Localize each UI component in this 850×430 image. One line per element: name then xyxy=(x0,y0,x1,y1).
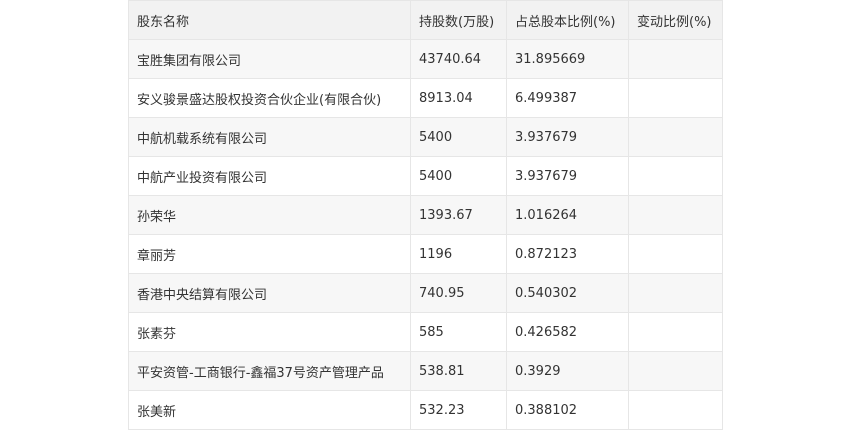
cell-shares-held: 740.95 xyxy=(410,273,507,313)
cell-change-ratio xyxy=(628,390,723,430)
header-shares-held: 持股数(万股) xyxy=(410,0,507,40)
cell-share-ratio: 6.499387 xyxy=(506,78,629,118)
cell-share-ratio: 0.540302 xyxy=(506,273,629,313)
cell-shareholder-name: 张美新 xyxy=(128,390,411,430)
cell-share-ratio: 0.3929 xyxy=(506,351,629,391)
cell-change-ratio xyxy=(628,195,723,235)
cell-share-ratio: 0.426582 xyxy=(506,312,629,352)
cell-shareholder-name: 中航机载系统有限公司 xyxy=(128,117,411,157)
table-row: 宝胜集团有限公司 43740.64 31.895669 xyxy=(128,39,723,79)
table-row: 安义骏景盛达股权投资合伙企业(有限合伙) 8913.04 6.499387 xyxy=(128,78,723,118)
cell-shares-held: 8913.04 xyxy=(410,78,507,118)
cell-shares-held: 585 xyxy=(410,312,507,352)
cell-change-ratio xyxy=(628,234,723,274)
cell-shareholder-name: 安义骏景盛达股权投资合伙企业(有限合伙) xyxy=(128,78,411,118)
cell-shareholder-name: 宝胜集团有限公司 xyxy=(128,39,411,79)
cell-shareholder-name: 香港中央结算有限公司 xyxy=(128,273,411,313)
table-row: 中航机载系统有限公司 5400 3.937679 xyxy=(128,117,723,157)
table-header: 股东名称 持股数(万股) 占总股本比例(%) 变动比例(%) xyxy=(128,0,723,40)
cell-change-ratio xyxy=(628,78,723,118)
cell-shareholder-name: 张素芬 xyxy=(128,312,411,352)
cell-share-ratio: 3.937679 xyxy=(506,156,629,196)
cell-shares-held: 532.23 xyxy=(410,390,507,430)
table-row: 章丽芳 1196 0.872123 xyxy=(128,234,723,274)
cell-shares-held: 538.81 xyxy=(410,351,507,391)
cell-share-ratio: 3.937679 xyxy=(506,117,629,157)
header-change-ratio: 变动比例(%) xyxy=(628,0,723,40)
table-row: 孙荣华 1393.67 1.016264 xyxy=(128,195,723,235)
cell-share-ratio: 31.895669 xyxy=(506,39,629,79)
cell-shareholder-name: 平安资管-工商银行-鑫福37号资产管理产品 xyxy=(128,351,411,391)
table-row: 中航产业投资有限公司 5400 3.937679 xyxy=(128,156,723,196)
shareholder-table: 股东名称 持股数(万股) 占总股本比例(%) 变动比例(%) 宝胜集团有限公司 … xyxy=(128,0,723,430)
header-shareholder-name: 股东名称 xyxy=(128,0,411,40)
cell-shareholder-name: 孙荣华 xyxy=(128,195,411,235)
cell-change-ratio xyxy=(628,117,723,157)
header-row: 股东名称 持股数(万股) 占总股本比例(%) 变动比例(%) xyxy=(128,0,723,40)
cell-shares-held: 5400 xyxy=(410,117,507,157)
table-row: 香港中央结算有限公司 740.95 0.540302 xyxy=(128,273,723,313)
cell-change-ratio xyxy=(628,312,723,352)
cell-change-ratio xyxy=(628,273,723,313)
table-row: 平安资管-工商银行-鑫福37号资产管理产品 538.81 0.3929 xyxy=(128,351,723,391)
cell-shareholder-name: 中航产业投资有限公司 xyxy=(128,156,411,196)
table-row: 张美新 532.23 0.388102 xyxy=(128,390,723,430)
cell-change-ratio xyxy=(628,156,723,196)
cell-shares-held: 43740.64 xyxy=(410,39,507,79)
cell-share-ratio: 0.388102 xyxy=(506,390,629,430)
shareholder-table-container: 股东名称 持股数(万股) 占总股本比例(%) 变动比例(%) 宝胜集团有限公司 … xyxy=(128,0,723,430)
cell-shares-held: 5400 xyxy=(410,156,507,196)
cell-shares-held: 1393.67 xyxy=(410,195,507,235)
header-share-ratio: 占总股本比例(%) xyxy=(506,0,629,40)
cell-shares-held: 1196 xyxy=(410,234,507,274)
table-body: 宝胜集团有限公司 43740.64 31.895669 安义骏景盛达股权投资合伙… xyxy=(128,39,723,430)
cell-shareholder-name: 章丽芳 xyxy=(128,234,411,274)
cell-change-ratio xyxy=(628,351,723,391)
cell-share-ratio: 0.872123 xyxy=(506,234,629,274)
cell-change-ratio xyxy=(628,39,723,79)
table-row: 张素芬 585 0.426582 xyxy=(128,312,723,352)
cell-share-ratio: 1.016264 xyxy=(506,195,629,235)
